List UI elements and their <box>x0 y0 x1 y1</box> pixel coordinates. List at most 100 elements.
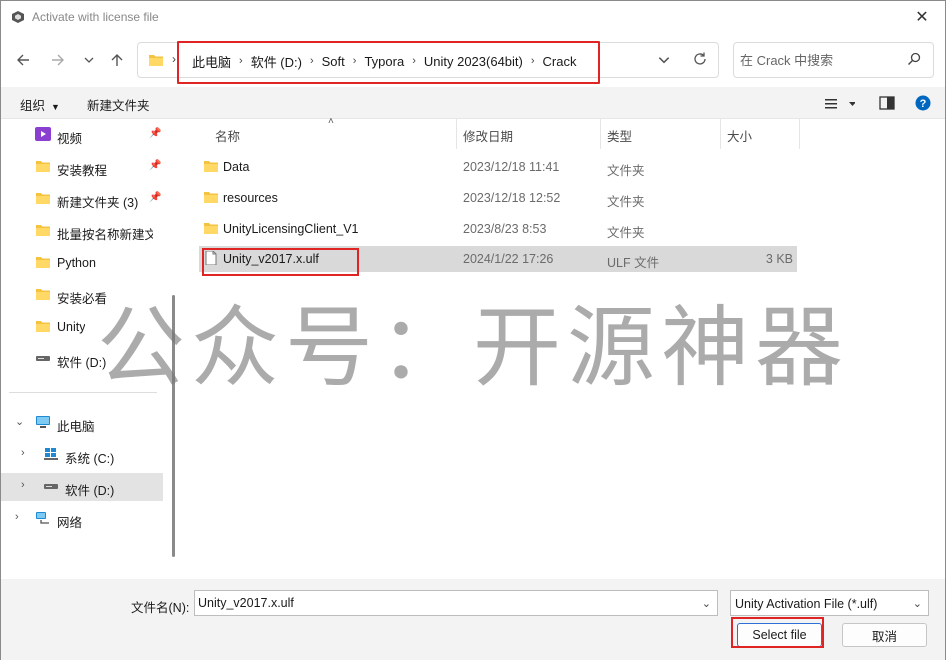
arrow-right-icon <box>52 54 64 66</box>
sidebar-item-label: 批量按名称新建文 <box>57 228 153 242</box>
help-icon[interactable]: ? <box>915 95 931 111</box>
chevron-down-icon[interactable]: ⌄ <box>702 597 711 610</box>
sidebar-item-label: 系统 (C:) <box>65 452 115 466</box>
new-folder-button[interactable]: 新建文件夹 <box>87 95 150 114</box>
folder-icon <box>36 193 50 204</box>
search-input[interactable] <box>740 49 900 71</box>
organize-menu[interactable]: 组织 ▼ <box>20 95 60 114</box>
address-history-chevron-icon[interactable] <box>657 53 671 67</box>
file-size: 3 KB <box>765 252 793 266</box>
file-name: Unity_v2017.x.ulf <box>223 252 319 266</box>
breadcrumb-crack[interactable]: Crack <box>535 54 585 69</box>
breadcrumb-drive-d[interactable]: 软件 (D:) <box>243 52 310 71</box>
sidebar-item-this-pc[interactable]: ⌄ 此电脑 <box>1 409 163 437</box>
breadcrumb: 此电脑 › 软件 (D:) › Soft › Typora › Unity 20… <box>184 52 584 70</box>
file-row-licensing-client[interactable]: UnityLicensingClient_V1 2023/8/23 8:53 文… <box>199 216 797 242</box>
column-header-name[interactable]: 名称 <box>215 126 240 145</box>
cancel-button[interactable]: 取消 <box>842 623 927 647</box>
file-name-label: 文件名(N): <box>131 601 190 615</box>
network-icon <box>36 512 49 524</box>
chevron-down-icon[interactable]: ⌄ <box>15 415 24 428</box>
sidebar-item-label: Unity <box>57 320 86 334</box>
forward-button[interactable] <box>45 49 71 71</box>
folder-icon <box>204 192 218 203</box>
column-header-type[interactable]: 类型 <box>607 126 632 145</box>
chevron-right-icon[interactable]: › <box>21 479 25 491</box>
command-bar: 组织 ▼ 新建文件夹 ? <box>1 87 945 119</box>
sidebar-item-install-tutorial[interactable]: 安装教程 📌 <box>1 153 163 181</box>
file-name: UnityLicensingClient_V1 <box>223 222 359 236</box>
file-type-filter-select[interactable]: Unity Activation File (*.ulf) ⌄ <box>730 590 929 616</box>
file-name-combobox[interactable]: ⌄ <box>194 590 718 616</box>
drive-icon <box>44 484 58 489</box>
column-header-date[interactable]: 修改日期 <box>463 126 513 145</box>
column-divider[interactable] <box>720 119 721 149</box>
sidebar-item-videos[interactable]: 视频 📌 <box>1 121 163 149</box>
file-name: resources <box>223 191 278 205</box>
file-row-data[interactable]: Data 2023/12/18 11:41 文件夹 <box>199 154 797 180</box>
sidebar-item-label: 新建文件夹 (3) <box>57 196 139 210</box>
breadcrumb-soft[interactable]: Soft <box>314 54 353 69</box>
sidebar-item-network[interactable]: › 网络 <box>1 505 163 533</box>
scrollbar-thumb[interactable] <box>172 295 175 557</box>
pin-icon[interactable]: 📌 <box>149 160 161 171</box>
back-button[interactable] <box>10 49 36 71</box>
preview-pane-icon[interactable] <box>879 96 895 110</box>
sidebar-item-drive-c[interactable]: › 系统 (C:) <box>1 441 163 469</box>
sidebar-item-must-read[interactable]: 安装必看 <box>1 281 163 309</box>
folder-icon <box>36 225 50 236</box>
pin-icon[interactable]: 📌 <box>149 128 161 139</box>
file-row-ulf[interactable]: Unity_v2017.x.ulf 2024/1/22 17:26 ULF 文件… <box>199 246 797 272</box>
sidebar-item-drive-d-quick[interactable]: 软件 (D:) <box>1 345 163 373</box>
search-box[interactable] <box>733 42 934 78</box>
refresh-icon[interactable] <box>692 51 708 67</box>
file-date: 2023/12/18 12:52 <box>463 191 561 205</box>
arrow-left-icon <box>17 54 29 66</box>
video-folder-icon <box>35 127 51 141</box>
sidebar-item-label: 软件 (D:) <box>65 484 115 498</box>
sidebar-item-drive-d[interactable]: › 软件 (D:) <box>1 473 163 501</box>
folder-icon <box>36 161 50 172</box>
document-icon <box>205 251 217 265</box>
address-bar[interactable]: › 此电脑 › 软件 (D:) › Soft › Typora › Unity … <box>137 42 719 78</box>
svg-text:?: ? <box>920 98 927 110</box>
column-divider[interactable] <box>799 119 800 149</box>
drive-icon <box>36 356 50 361</box>
file-type: 文件夹 <box>607 226 645 240</box>
file-open-dialog: Activate with license file ✕ › 此电脑 › 软件 <box>0 0 946 660</box>
select-file-button[interactable]: Select file <box>737 623 822 647</box>
title-bar: Activate with license file ✕ <box>1 1 945 33</box>
chevron-right-icon[interactable]: › <box>15 511 19 523</box>
chevron-right-icon[interactable]: › <box>21 447 25 459</box>
file-row-resources[interactable]: resources 2023/12/18 12:52 文件夹 <box>199 185 797 211</box>
breadcrumb-typora[interactable]: Typora <box>356 54 412 69</box>
column-divider[interactable] <box>600 119 601 149</box>
view-options-icon[interactable] <box>825 96 855 112</box>
sidebar-divider <box>9 392 157 393</box>
computer-icon <box>36 416 50 428</box>
pin-icon[interactable]: 📌 <box>149 192 161 203</box>
breadcrumb-root-chevron-icon[interactable]: › <box>172 52 176 66</box>
sidebar-item-batch-create[interactable]: 批量按名称新建文 <box>1 217 163 245</box>
column-header-size[interactable]: 大小 <box>727 126 752 145</box>
chevron-down-icon <box>84 57 94 63</box>
sidebar-item-new-folder-3[interactable]: 新建文件夹 (3) 📌 <box>1 185 163 213</box>
sidebar-item-unity[interactable]: Unity <box>1 313 163 341</box>
sidebar-scrollbar[interactable] <box>171 119 181 579</box>
folder-icon <box>204 223 218 234</box>
file-name-field[interactable] <box>198 594 688 612</box>
search-icon[interactable] <box>907 52 921 66</box>
folder-icon <box>36 257 50 268</box>
sidebar-item-label: 此电脑 <box>57 420 95 434</box>
sidebar-item-python[interactable]: Python <box>1 249 163 277</box>
recent-locations-button[interactable] <box>76 49 102 71</box>
arrow-up-icon <box>111 54 123 66</box>
breadcrumb-this-pc[interactable]: 此电脑 <box>184 52 239 71</box>
up-button[interactable] <box>104 49 130 71</box>
column-divider[interactable] <box>456 119 457 149</box>
folder-icon <box>36 321 50 332</box>
folder-icon <box>204 161 218 172</box>
file-type: 文件夹 <box>607 195 645 209</box>
close-button[interactable]: ✕ <box>899 1 945 33</box>
breadcrumb-unity-2023[interactable]: Unity 2023(64bit) <box>416 54 531 69</box>
